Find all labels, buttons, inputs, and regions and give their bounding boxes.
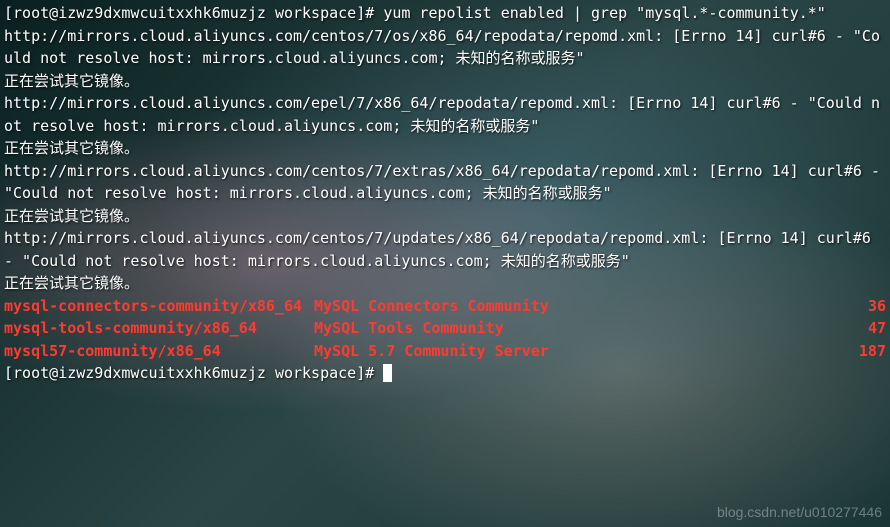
watermark-text: blog.csdn.net/u010277446 [717, 502, 882, 523]
prompt-user: root [13, 364, 49, 382]
error-block-1: http://mirrors.cloud.aliyuncs.com/epel/7… [4, 92, 886, 137]
retry-msg-3: 正在尝试其它镜像。 [4, 272, 886, 295]
repo-name: mysql-connectors-community/x86_64 [4, 295, 314, 318]
repo-row-2: mysql57-community/x86_64 MySQL 5.7 Commu… [4, 340, 886, 363]
repo-count: 47 [868, 317, 886, 340]
terminal-output[interactable]: [root@izwz9dxmwcuitxxhk6muzjz workspace]… [4, 2, 886, 385]
retry-msg-1: 正在尝试其它镜像。 [4, 137, 886, 160]
prompt-sep: @ [49, 4, 58, 22]
repo-count: 187 [859, 340, 886, 363]
repo-name: mysql-tools-community/x86_64 [4, 317, 314, 340]
error-url: http://mirrors.cloud.aliyuncs.com/centos… [4, 27, 654, 45]
repo-row-1: mysql-tools-community/x86_64 MySQL Tools… [4, 317, 886, 340]
prompt-user: root [13, 4, 49, 22]
repo-name: mysql57-community/x86_64 [4, 340, 314, 363]
repo-desc: MySQL Connectors Community [314, 295, 868, 318]
prompt-open: [ [4, 364, 13, 382]
command-text: yum repolist enabled | grep "mysql.*-com… [383, 4, 826, 22]
error-url: http://mirrors.cloud.aliyuncs.com/epel/7… [4, 94, 609, 112]
cursor-icon [383, 364, 392, 382]
repo-count: 36 [868, 295, 886, 318]
error-errno: [Errno 14] [708, 162, 798, 180]
error-block-2: http://mirrors.cloud.aliyuncs.com/centos… [4, 160, 886, 205]
retry-msg-2: 正在尝试其它镜像。 [4, 205, 886, 228]
prompt-sep: @ [49, 364, 58, 382]
error-block-0: http://mirrors.cloud.aliyuncs.com/centos… [4, 25, 886, 70]
prompt-close: ]# [356, 4, 374, 22]
error-errno: [Errno 14] [717, 229, 807, 247]
repo-desc: MySQL 5.7 Community Server [314, 340, 859, 363]
repo-row-0: mysql-connectors-community/x86_64 MySQL … [4, 295, 886, 318]
prompt-host: izwz9dxmwcuitxxhk6muzjz [58, 364, 266, 382]
repo-desc: MySQL Tools Community [314, 317, 868, 340]
prompt-open: [ [4, 4, 13, 22]
error-url: http://mirrors.cloud.aliyuncs.com/centos… [4, 229, 699, 247]
prompt-host: izwz9dxmwcuitxxhk6muzjz [58, 4, 266, 22]
prompt-close: ]# [356, 364, 374, 382]
prompt-dir: workspace [275, 4, 356, 22]
error-errno: [Errno 14] [627, 94, 717, 112]
prompt-dir: workspace [275, 364, 356, 382]
command-line: [root@izwz9dxmwcuitxxhk6muzjz workspace]… [4, 2, 886, 25]
error-errno: [Errno 14] [672, 27, 762, 45]
prompt-line-idle[interactable]: [root@izwz9dxmwcuitxxhk6muzjz workspace]… [4, 362, 886, 385]
retry-msg-0: 正在尝试其它镜像。 [4, 70, 886, 93]
error-url: http://mirrors.cloud.aliyuncs.com/centos… [4, 162, 690, 180]
error-block-3: http://mirrors.cloud.aliyuncs.com/centos… [4, 227, 886, 272]
